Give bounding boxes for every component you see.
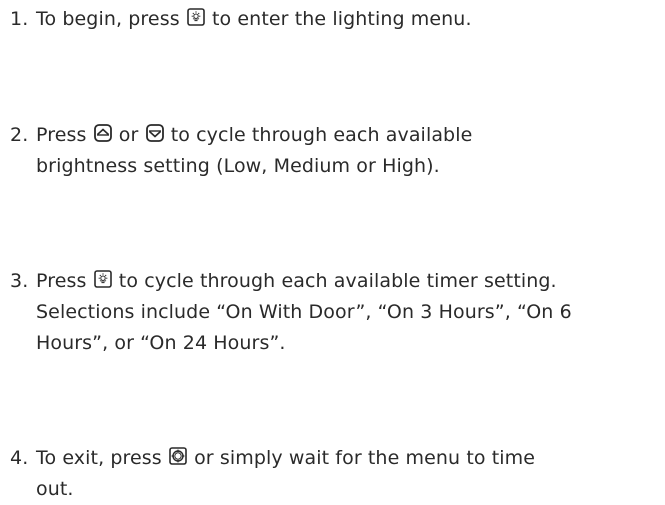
step-4: 4. To exit, press or simply wait for the… (10, 443, 662, 505)
step-text-line-2: brightness setting (Low, Medium or High)… (36, 155, 440, 177)
step-text-before: Press (36, 270, 93, 292)
step-number: 4. (10, 447, 29, 469)
step-text-after: or simply wait for the menu to time (187, 447, 536, 469)
step-text-before: To exit, press (36, 447, 168, 469)
step-text-middle: or (112, 124, 145, 146)
step-text-line-3: Hours”, or “On 24 Hours”. (36, 332, 286, 354)
step-text: To begin, press to enter the lighting me… (10, 4, 662, 35)
step-text-line-2: Selections include “On With Door”, “On 3… (36, 301, 572, 323)
step-number: 2. (10, 124, 29, 146)
step-number: 1. (10, 8, 29, 30)
step-text: To exit, press or simply wait for the me… (10, 443, 662, 505)
step-number: 3. (10, 270, 29, 292)
step-text-after: to cycle through each available (164, 124, 473, 146)
step-text-after: to enter the lighting menu. (205, 8, 472, 30)
step-text: Press or to cycle through each available… (10, 120, 662, 182)
power-button-icon (169, 447, 187, 465)
up-arrow-button-icon (93, 124, 112, 142)
step-text-before: To begin, press (36, 8, 186, 30)
instruction-list: 1. To begin, press to enter the lighting… (0, 0, 665, 500)
step-text-after: to cycle through each available timer se… (112, 270, 557, 292)
light-button-icon (93, 270, 112, 288)
step-text-before: Press (36, 124, 93, 146)
step-text: Press to cycle through each available ti… (10, 266, 662, 359)
step-2: 2. Press or to cycle through each availa… (10, 120, 662, 182)
step-3: 3. Press to cycle through each available… (10, 266, 662, 359)
light-button-icon (187, 8, 205, 26)
step-1: 1. To begin, press to enter the lighting… (10, 4, 662, 35)
down-arrow-button-icon (145, 124, 164, 142)
